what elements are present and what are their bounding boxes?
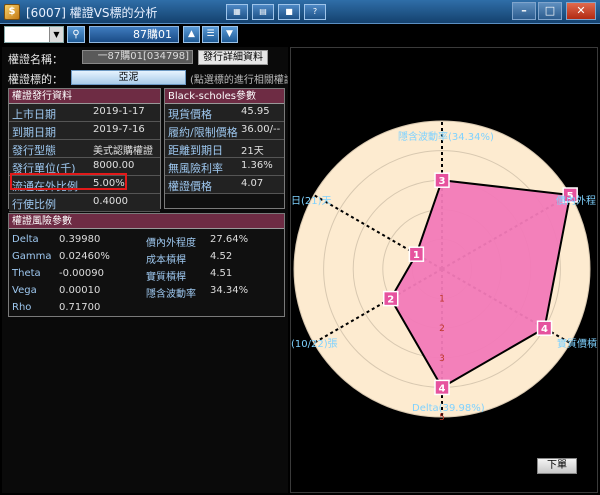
chevron-down-icon[interactable]: ▼ [49, 27, 63, 42]
issue-detail-button[interactable]: 發行詳細資料 [198, 50, 268, 65]
radar-panel: 12345354421 [290, 47, 598, 493]
chart-icon[interactable]: ▤ [252, 4, 274, 20]
radar-point-label: 3 [439, 176, 446, 187]
risk-title: 權證風險參數 [9, 214, 284, 229]
market-combo[interactable]: ▼ [4, 26, 64, 43]
risk-key: Theta [12, 268, 41, 279]
risk-panel: 權證風險參數 Delta 0.39980 價內外程度 27.64% Gamma 0.024… [8, 213, 285, 317]
bs-param-row: 權證價格 4.07 [165, 176, 284, 194]
radar-label-bottom: Delta(39.98%) [412, 403, 485, 414]
risk-value: 4.51 [210, 268, 233, 279]
issue-info-key: 到期日期 [12, 126, 56, 139]
bs-param-row: 無風險利率 1.36% [165, 158, 284, 176]
risk-value: -0.00090 [59, 268, 104, 279]
title-bar: $ [6007] 權證VS標的分析 ▦ ▤ ■ ? – □ ✕ [0, 0, 600, 24]
bs-param-row: 履約/限制價格 36.00/-- [165, 122, 284, 140]
close-button[interactable]: ✕ [566, 2, 596, 20]
minimize-button[interactable]: – [512, 2, 536, 20]
risk-key: Rho [12, 302, 32, 313]
help-icon[interactable]: ? [304, 4, 326, 20]
warrant-name-label: 權證名稱： [8, 53, 63, 66]
bs-params-title: Black-scholes參數 [165, 89, 284, 104]
bs-param-key: 無風險利率 [168, 162, 223, 175]
risk-value: 27.64% [210, 234, 249, 245]
radar-point-label: 4 [541, 324, 548, 335]
bs-param-value: 21天 [241, 146, 264, 157]
bs-param-row: 現貨價格 45.95 [165, 104, 284, 122]
issue-info-row: 到期日期 2019-7-16 [9, 122, 160, 140]
issue-info-value: 8000.00 [93, 160, 135, 171]
issue-info-key: 發行型態 [12, 144, 56, 157]
order-button[interactable]: 下單 [537, 458, 577, 474]
issue-info-value: 美式認購權證 [93, 146, 153, 157]
bs-param-key: 權證價格 [168, 180, 212, 193]
search-button[interactable]: ⚲ [67, 26, 85, 43]
maximize-button[interactable]: □ [538, 2, 562, 20]
issue-info-title: 權證發行資料 [9, 89, 160, 104]
risk-value: 0.71700 [59, 302, 101, 313]
list-button[interactable]: ☰ [202, 26, 219, 43]
issue-info-value: 2019-1-17 [93, 106, 145, 117]
left-panel: 權證名稱： 一87購01[034798] 發行詳細資料 權證標的： 亞泥 (點選… [2, 47, 288, 493]
highlight-box [10, 173, 127, 190]
underlying-hint: (點選標的進行相關權證 [190, 75, 288, 86]
radar-label-left-top: 日(21)天 [291, 196, 332, 207]
risk-value: 34.34% [210, 285, 249, 296]
radar-label-right-bottom: 實質價槓 [557, 339, 597, 350]
radar-scale-label: 3 [439, 354, 445, 364]
radar-point-label: 2 [387, 295, 394, 306]
radar-label-left-bottom: (10/22)張 [291, 339, 338, 350]
risk-key: Delta [12, 234, 39, 245]
window-title: [6007] 權證VS標的分析 [26, 6, 158, 20]
issue-info-panel: 權證發行資料 上市日期 2019-1-17 到期日期 2019-7-16 發行型態 美式認… [8, 88, 161, 212]
risk-value: 4.52 [210, 251, 233, 262]
radar-chart: 12345354421 [293, 119, 591, 423]
risk-key: 價內外程度 [146, 238, 196, 249]
bs-param-value: 4.07 [241, 178, 264, 189]
bs-param-key: 距離到期日 [168, 144, 223, 157]
issue-info-row: 行使比例 0.4000 [9, 194, 160, 212]
risk-value: 0.39980 [59, 234, 101, 245]
radar-scale-label: 2 [439, 324, 445, 334]
underlying-label: 權證標的： [8, 73, 63, 86]
radar-scale-label: 1 [439, 295, 445, 305]
underlying-button[interactable]: 亞泥 [71, 70, 186, 85]
app-icon: $ [4, 4, 20, 20]
issue-info-key: 上市日期 [12, 108, 56, 121]
issue-info-value: 2019-7-16 [93, 124, 145, 135]
list-icon: ☰ [206, 29, 215, 39]
radar-label-top: 隱含波動率(34.34%) [398, 132, 494, 143]
warrant-code-field[interactable]: 87購01 [89, 26, 179, 43]
risk-key: 成本槓桿 [146, 255, 186, 266]
bs-param-value: 1.36% [241, 160, 273, 171]
bs-param-key: 現貨價格 [168, 108, 212, 121]
tile-icon[interactable]: ▦ [226, 4, 248, 20]
radar-scale-label: 5 [439, 413, 445, 423]
issue-info-key: 行使比例 [12, 198, 56, 211]
record-icon[interactable]: ■ [278, 4, 300, 20]
toolbar: ▼ ⚲ 87購01 ▲ ☰ ▼ [0, 24, 600, 46]
bs-params-panel: Black-scholes參數 現貨價格 45.95 履約/限制價格 36.00/--… [164, 88, 285, 209]
risk-key: 實質槓桿 [146, 272, 186, 283]
issue-info-row: 上市日期 2019-1-17 [9, 104, 160, 122]
risk-key: 隱含波動率 [146, 289, 196, 300]
risk-key: Gamma [12, 251, 52, 262]
search-icon: ⚲ [72, 29, 80, 40]
bs-param-key: 履約/限制價格 [168, 126, 238, 139]
radar-point-label: 4 [439, 383, 446, 394]
bs-param-value: 45.95 [241, 106, 270, 117]
radar-label-right-top: 價內外程 [556, 196, 596, 207]
risk-value: 0.00010 [59, 285, 101, 296]
risk-value: 0.02460% [59, 251, 110, 262]
warrant-name-value: 一87購01[034798] [82, 50, 193, 64]
bs-param-value: 36.00/-- [241, 124, 281, 135]
issue-info-value: 0.4000 [93, 196, 128, 207]
bs-param-row: 距離到期日 21天 [165, 140, 284, 158]
issue-info-row: 發行型態 美式認購權證 [9, 140, 160, 158]
next-button[interactable]: ▼ [221, 26, 238, 43]
radar-point-label: 1 [413, 250, 420, 261]
risk-key: Vega [12, 285, 37, 296]
prev-button[interactable]: ▲ [183, 26, 200, 43]
